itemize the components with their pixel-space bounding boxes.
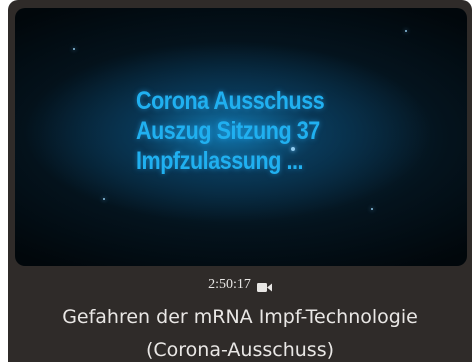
video-title-line-2: (Corona-Ausschuss) (145, 339, 335, 361)
video-meta: 2:50:17 (8, 274, 472, 296)
video-camera-icon (256, 280, 272, 292)
video-title-line-1: Gefahren der mRNA Impf-Technologie (62, 306, 418, 328)
sparkle-decoration (73, 48, 75, 50)
thumbnail-line-1: Corona Ausschuss (136, 87, 325, 115)
sparkle-decoration (371, 208, 373, 210)
thumbnail-line-3: Impfzulassung ... (136, 147, 304, 175)
video-thumbnail[interactable]: Corona Ausschuss Auszug Sitzung 37 Impfz… (15, 8, 467, 266)
video-duration: 2:50:17 (208, 277, 251, 292)
thumbnail-line-2: Auszug Sitzung 37 (136, 117, 320, 145)
video-title[interactable]: Gefahren der mRNA Impf-Technologie (Coro… (8, 301, 472, 362)
sparkle-decoration (405, 30, 407, 32)
video-card[interactable]: Corona Ausschuss Auszug Sitzung 37 Impfz… (8, 0, 472, 362)
thumbnail-caption: Corona Ausschuss Auszug Sitzung 37 Impfz… (136, 86, 325, 176)
sparkle-decoration (103, 198, 105, 200)
